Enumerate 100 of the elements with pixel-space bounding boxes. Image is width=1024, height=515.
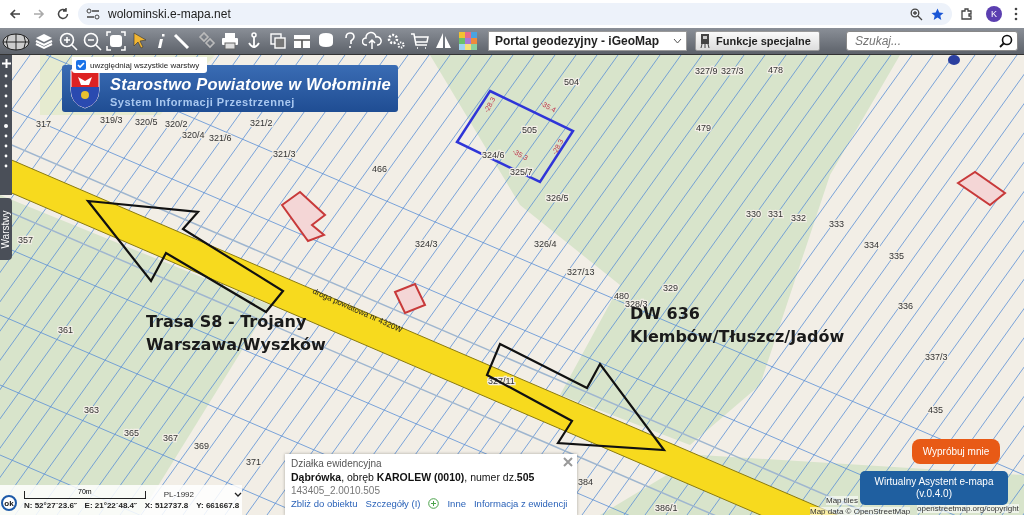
zoom-level-dot-icon[interactable] xyxy=(4,84,8,88)
parcel-number: 335 xyxy=(889,251,905,261)
popup-link[interactable]: Szczegóły (I) xyxy=(365,498,421,509)
popup-link[interactable]: Informacja z ewidencji xyxy=(473,498,568,509)
building xyxy=(393,282,427,315)
zoom-level-dot-icon[interactable] xyxy=(4,144,8,148)
menu-icon[interactable] xyxy=(1014,7,1018,21)
bookmark-star-icon[interactable] xyxy=(931,7,944,21)
cloud-upload-icon[interactable] xyxy=(362,31,382,51)
parcel-number: 321/2 xyxy=(250,118,273,128)
parcel-number: 367 xyxy=(163,433,179,443)
close-icon[interactable] xyxy=(563,457,573,467)
parcel-number: 435 xyxy=(928,405,944,415)
map-annotation: Trasa S8 - Trojany Warszawa/Wyszków xyxy=(146,312,326,354)
sail-icon[interactable] xyxy=(434,31,454,51)
zoom-level-dot-icon[interactable] xyxy=(4,74,8,78)
coordinate-text: N: 52°27´23.6˝ xyxy=(24,501,77,510)
parcel-number: 504 xyxy=(564,77,580,87)
add-icon[interactable] xyxy=(428,498,440,509)
parcel-number: 327/13 xyxy=(567,267,595,277)
site-settings-icon[interactable] xyxy=(86,8,100,20)
parcel-number: 320/5 xyxy=(135,117,158,127)
popup-link[interactable]: Zbliż do obiektu xyxy=(291,498,358,509)
parcel-number: 363 xyxy=(84,405,100,415)
parcel-number: 357 xyxy=(18,235,34,245)
layers-tab[interactable]: Warstwy xyxy=(0,198,12,260)
parcel-number: 324/3 xyxy=(415,239,438,249)
globe-icon[interactable] xyxy=(2,31,30,51)
cursor-icon[interactable] xyxy=(130,31,148,51)
parcel-number: 333 xyxy=(829,219,845,229)
parcel-number: 384 xyxy=(578,477,594,487)
back-icon[interactable] xyxy=(8,7,22,21)
zoom-level-dot-icon[interactable] xyxy=(4,94,8,98)
parcel-number: 371 xyxy=(246,457,262,467)
checkbox[interactable] xyxy=(76,60,86,70)
print-icon[interactable] xyxy=(220,31,240,51)
map-attribution: Map tiles xyxy=(826,496,858,505)
coordinate-text: Y: 661667.8 xyxy=(196,501,240,510)
zoom-level-dot-icon[interactable] xyxy=(4,164,8,168)
checkbox-label: uwzględniaj wszystkie warstwy xyxy=(90,60,200,70)
coordinate-text: X: 512737.8 xyxy=(144,501,189,510)
building xyxy=(280,190,327,243)
zoom-out-icon[interactable] xyxy=(82,31,102,51)
coordinate-text: E: 21°22´48.4˝ xyxy=(84,501,137,510)
parcel-number: 361 xyxy=(58,325,74,335)
banner-subtitle: System Informacji Przestrzennej xyxy=(110,96,296,108)
chevron-down-icon[interactable] xyxy=(234,492,242,497)
parcel-number: 331 xyxy=(768,209,784,219)
parcel-number: 326/5 xyxy=(546,193,569,203)
building xyxy=(956,170,1007,207)
parcel-number: 478 xyxy=(768,65,784,75)
parcel-number: 479 xyxy=(696,123,712,133)
zoom-level-dot-icon[interactable] xyxy=(4,114,8,118)
coat-of-arms-icon[interactable] xyxy=(70,68,100,109)
virtual-assistant-button[interactable]: Wirtualny Asystent e-mapa (v.0.4.0) xyxy=(860,471,1008,505)
parcel-number: 334 xyxy=(864,240,880,250)
popup-heading: Działka ewidencyjna xyxy=(291,458,383,469)
address-bar[interactable]: wolominski.e-mapa.net xyxy=(78,3,952,25)
zoom-level-dot-icon[interactable] xyxy=(4,124,8,128)
search-icon[interactable] xyxy=(999,34,1013,48)
portal-dropdown[interactable]: Portal geodezyjny - iGeoMap xyxy=(488,31,688,51)
zoom-level-dot-icon[interactable] xyxy=(4,154,8,158)
search-box[interactable]: Szukaj... xyxy=(846,31,1018,51)
parcel-number: 320/2 xyxy=(165,119,188,129)
popup-link[interactable]: Inne xyxy=(447,498,466,509)
plus-icon[interactable] xyxy=(1,59,11,68)
parcel-number: 319/3 xyxy=(100,115,123,125)
parcel-number: 336 xyxy=(898,301,914,311)
parcel-number: 505 xyxy=(522,125,538,135)
extensions-icon[interactable] xyxy=(960,7,974,21)
layers-icon[interactable] xyxy=(34,31,54,51)
parcel-number: 337/3 xyxy=(925,352,948,362)
ruler-icon[interactable] xyxy=(172,31,192,51)
parcel-number: 329 xyxy=(663,283,679,293)
reload-icon[interactable] xyxy=(56,7,70,21)
parcel-number: 326/4 xyxy=(534,239,557,249)
color-grid-icon[interactable] xyxy=(458,31,478,51)
zoom-level-dot-icon[interactable] xyxy=(4,134,8,138)
device-icon[interactable] xyxy=(700,34,711,48)
url-text: wolominski.e-mapa.net xyxy=(108,7,232,21)
profile-avatar[interactable]: K xyxy=(986,6,1002,22)
special-functions-button[interactable]: Funkcje specjalne xyxy=(695,31,820,51)
zoom-in-icon[interactable] xyxy=(58,31,78,51)
copy-icon[interactable] xyxy=(268,31,288,51)
zoom-level-dot-icon[interactable] xyxy=(4,104,8,108)
parcel-number: 321/6 xyxy=(209,133,232,143)
zoom-icon[interactable] xyxy=(910,7,923,21)
parcel-description: Dąbrówka, obręb KAROLEW (0010), numer dz.505 xyxy=(291,471,536,483)
parcel-number: 480 xyxy=(614,291,630,301)
cart-icon[interactable] xyxy=(410,31,430,51)
parcel-number: 330 xyxy=(746,209,762,219)
parcel-number: 327/9 xyxy=(695,66,718,76)
fullscreen-icon[interactable] xyxy=(106,31,126,51)
try-me-button[interactable]: Wypróbuj mnie xyxy=(912,439,1000,464)
crs-dropdown[interactable]: PL-1992 xyxy=(163,490,242,499)
parcel-number: 327/3 xyxy=(721,66,744,76)
marker-icon[interactable] xyxy=(948,55,960,65)
search-input[interactable]: Szukaj... xyxy=(853,33,999,49)
parcel-number: 466 xyxy=(372,164,388,174)
selected-parcel[interactable] xyxy=(455,89,575,184)
